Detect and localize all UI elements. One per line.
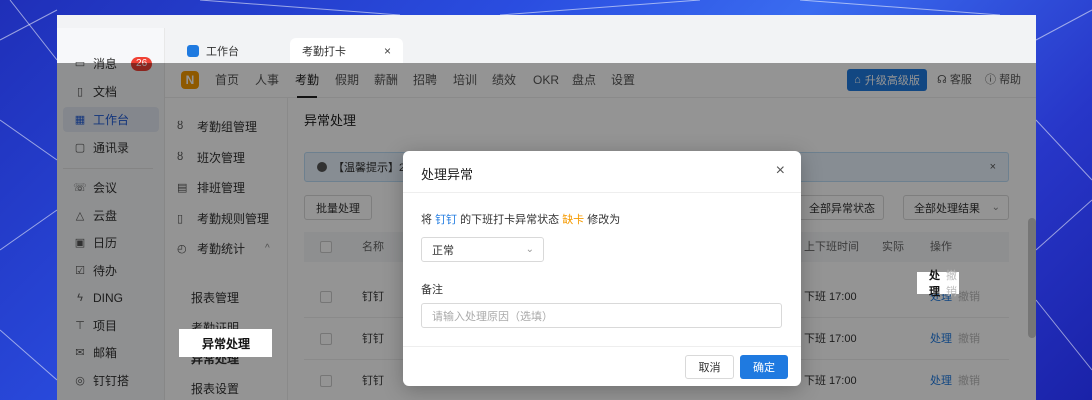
- window-top-strip: [57, 15, 1036, 28]
- cancel-button[interactable]: 取消: [685, 355, 734, 379]
- highlighted-submenu-exception[interactable]: 异常处理: [179, 329, 272, 357]
- highlighted-process-link[interactable]: 处理 撤销: [917, 270, 959, 298]
- dialog-description: 将 钉钉 的下班打卡异常状态 缺卡 修改为: [421, 214, 621, 226]
- status-select[interactable]: 正常 ⌄: [421, 237, 544, 262]
- workbench-app-icon: [187, 44, 199, 57]
- tab-attendance[interactable]: 考勤打卡 ×: [290, 38, 404, 63]
- remark-label: 备注: [421, 284, 443, 296]
- remark-input[interactable]: 请输入处理原因（选填）: [421, 303, 782, 328]
- dialog-title: 处理异常: [421, 167, 474, 182]
- tab-workbench[interactable]: 工作台: [175, 38, 251, 63]
- close-icon[interactable]: ×: [384, 44, 391, 58]
- exception-dialog: 处理异常 × 将 钉钉 的下班打卡异常状态 缺卡 修改为 正常 ⌄ 备注 请输入…: [403, 151, 801, 386]
- dialog-header: 处理异常 ×: [403, 151, 801, 193]
- chevron-down-icon: ⌄: [525, 244, 534, 255]
- confirm-button[interactable]: 确定: [740, 355, 788, 379]
- close-icon[interactable]: ×: [776, 162, 785, 180]
- dialog-footer-divider: [403, 346, 801, 347]
- tab-bar: 工作台 考勤打卡 ×: [165, 28, 1036, 63]
